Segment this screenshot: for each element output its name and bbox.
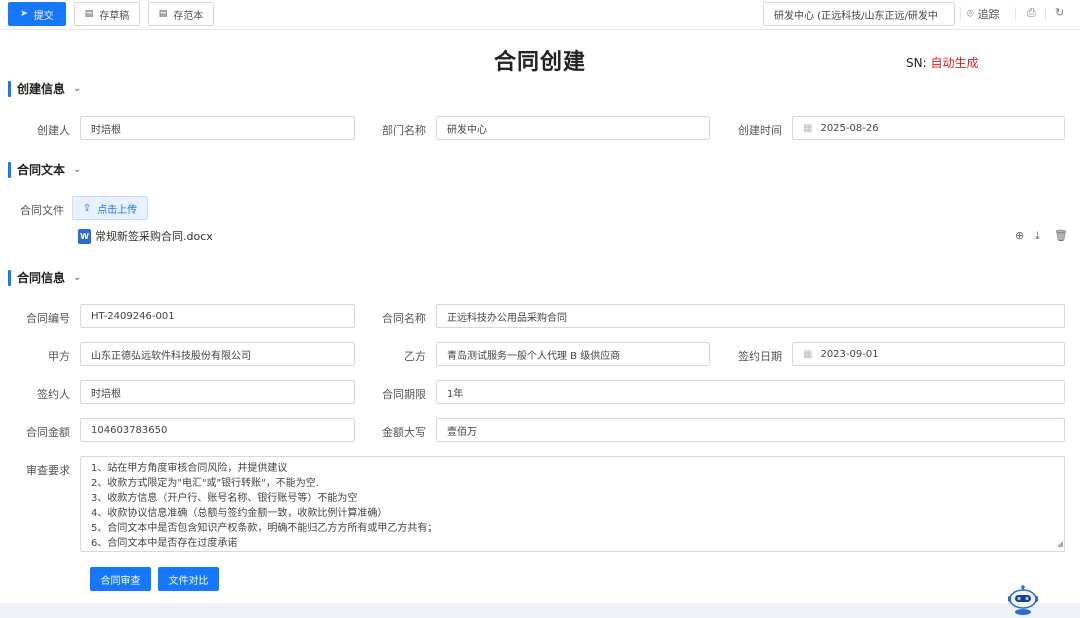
section-marker — [8, 80, 11, 97]
party-b-label: 乙方 — [404, 350, 426, 363]
draft-icon: ▤ — [84, 8, 94, 19]
print-icon[interactable]: ⎙ — [1027, 6, 1036, 20]
divider — [1015, 7, 1016, 21]
upload-button[interactable]: ⇪ 点击上传 — [72, 196, 148, 220]
party-b-field[interactable]: 青岛测试服务一般个人代理 B 级供应商 — [436, 342, 710, 366]
divider — [960, 7, 961, 21]
contract-no-field[interactable]: HT-2409246-001 — [80, 304, 355, 328]
refresh-icon[interactable]: ↻ — [1055, 6, 1064, 19]
amount-label: 合同金额 — [26, 426, 70, 439]
review-line: 6、合同文本中是否存在过度承诺 — [91, 538, 238, 549]
party-a-label: 甲方 — [48, 350, 70, 363]
chevron-down-icon: ⌄ — [73, 83, 82, 94]
section-contract-text[interactable]: 合同文本 ⌄ — [8, 161, 81, 178]
uploaded-file[interactable]: W 常规新签采购合同.docx — [78, 228, 213, 244]
signer-field[interactable]: 时培根 — [80, 380, 355, 404]
review-line: 1、站在甲方角度审核合同风险，并提供建议 — [91, 463, 288, 474]
preview-icon[interactable]: ⊕ — [1015, 229, 1024, 242]
template-icon: ▤ — [158, 8, 168, 19]
create-time-field[interactable]: ▦ 2025-08-26 — [792, 116, 1065, 140]
delete-icon[interactable]: 🗑 — [1054, 229, 1068, 242]
review-requirements-label: 审查要求 — [26, 464, 70, 477]
signer-label: 签约人 — [37, 388, 70, 401]
section-marker — [8, 161, 11, 178]
resize-handle-icon[interactable]: ◢ — [1057, 536, 1063, 551]
file-compare-button[interactable]: 文件对比 — [158, 567, 219, 591]
upload-icon: ⇪ — [82, 202, 92, 214]
serial-number-value: 自动生成 — [930, 56, 979, 70]
creator-field[interactable]: 时培根 — [80, 116, 355, 140]
divider — [1045, 7, 1046, 21]
sign-date-label: 签约日期 — [738, 350, 782, 363]
review-line: 5、合同文本中是否包含知识产权条款，明确不能归乙方方所有或甲乙方共有； — [91, 523, 438, 534]
footer-strip — [0, 603, 1080, 618]
calendar-icon: ▦ — [803, 348, 813, 360]
contract-name-field[interactable]: 正远科技办公用品采购合同 — [436, 304, 1065, 328]
department-field[interactable]: 研发中心 — [436, 116, 710, 140]
ai-assistant-robot-icon[interactable] — [1006, 585, 1040, 618]
section-creator-info[interactable]: 创建信息 ⌄ — [8, 80, 81, 97]
section-marker — [8, 269, 11, 286]
sign-date-field[interactable]: ▦ 2023-09-01 — [792, 342, 1065, 366]
amount-upper-label: 金额大写 — [382, 426, 426, 439]
section-contract-info[interactable]: 合同信息 ⌄ — [8, 269, 81, 286]
review-line: 2、收款方式限定为"电汇"或"银行转账"，不能为空. — [91, 478, 319, 489]
location-icon: ⌾ — [967, 7, 974, 20]
creator-label: 创建人 — [37, 124, 70, 137]
term-field[interactable]: 1年 — [436, 380, 1065, 404]
track-button[interactable]: ⌾ 追踪 — [967, 6, 1000, 22]
department-select[interactable]: 研发中心 (正远科技/山东正远/研发中 — [763, 2, 955, 26]
send-icon: ➤ — [20, 8, 28, 19]
department-label: 部门名称 — [382, 124, 426, 137]
contract-file-label: 合同文件 — [20, 204, 64, 217]
contract-no-label: 合同编号 — [26, 312, 70, 325]
create-time-label: 创建时间 — [738, 124, 782, 137]
word-file-icon: W — [78, 228, 91, 244]
serial-number: SN: 自动生成 — [906, 56, 979, 70]
review-line: 3、收款方信息（开户行、账号名称、银行账号等）不能为空 — [91, 493, 358, 504]
chevron-down-icon: ⌄ — [73, 272, 82, 283]
top-toolbar: ➤ 提交 ▤ 存草稿 ▤ 存范本 研发中心 (正远科技/山东正远/研发中 ⌾ 追… — [0, 0, 1080, 30]
amount-field[interactable]: 104603783650 — [80, 418, 355, 442]
review-line: 4、收款协议信息准确（总额与签约金额一致，收款比例计算准确） — [91, 508, 388, 519]
calendar-icon: ▦ — [803, 122, 813, 134]
contract-review-button[interactable]: 合同审查 — [90, 567, 151, 591]
submit-button[interactable]: ➤ 提交 — [8, 2, 66, 26]
download-icon[interactable]: ⤓ — [1035, 229, 1040, 243]
save-template-button[interactable]: ▤ 存范本 — [148, 2, 214, 26]
amount-upper-field[interactable]: 壹佰万 — [436, 418, 1065, 442]
term-label: 合同期限 — [382, 388, 426, 401]
contract-name-label: 合同名称 — [382, 312, 426, 325]
save-draft-button[interactable]: ▤ 存草稿 — [74, 2, 140, 26]
review-requirements-textarea[interactable]: 1、站在甲方角度审核合同风险，并提供建议 2、收款方式限定为"电汇"或"银行转账… — [80, 456, 1065, 552]
chevron-down-icon: ⌄ — [73, 164, 82, 175]
party-a-field[interactable]: 山东正德弘远软件科技股份有限公司 — [80, 342, 355, 366]
file-name: 常规新签采购合同.docx — [95, 230, 213, 243]
